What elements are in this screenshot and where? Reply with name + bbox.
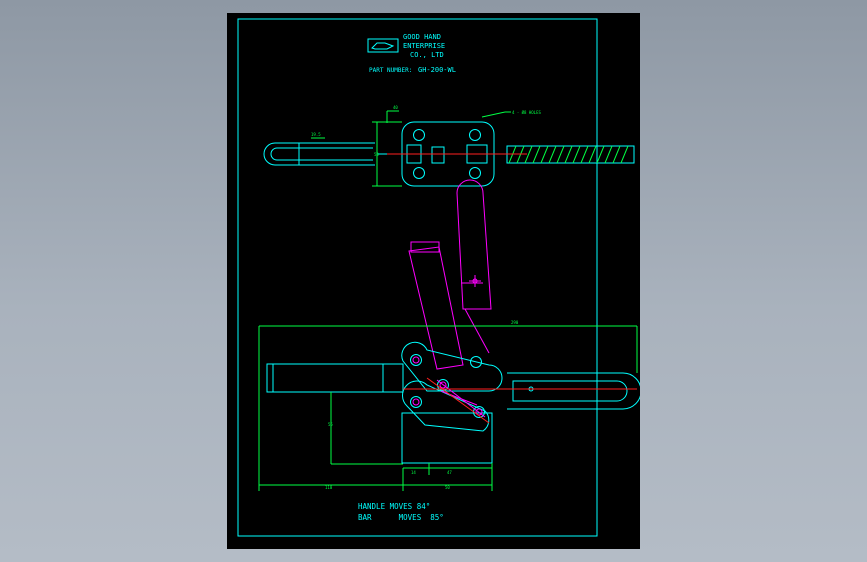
dim-mid-offset: 47 xyxy=(447,470,452,475)
side-view-open-position xyxy=(408,179,492,370)
company-logo xyxy=(367,38,399,53)
dim-top-height: 50 xyxy=(374,152,379,157)
handle-moves-note: HANDLE MOVES 84° xyxy=(358,502,430,511)
part-number-value: GH-200-WL xyxy=(418,66,456,74)
top-view xyxy=(263,110,635,187)
dim-left-length: 110 xyxy=(325,485,333,490)
side-view-closed-position xyxy=(266,341,640,464)
company-name-line3: CO., LTD xyxy=(410,51,444,59)
company-name-line2: ENTERPRISE xyxy=(403,42,445,50)
dim-overall-length: 290 xyxy=(511,320,519,325)
cad-drawing-viewport[interactable]: GOOD HAND ENTERPRISE CO., LTD PART NUMBE… xyxy=(227,13,640,549)
hole-callout: 4 - Ø8 HOLES xyxy=(512,110,541,115)
company-name-line1: GOOD HAND xyxy=(403,33,441,41)
dim-top-width: 40 xyxy=(393,105,398,110)
dim-handle-offset: 19.5 xyxy=(311,132,321,137)
sheet-border xyxy=(237,18,598,537)
dim-right-length: 50 xyxy=(445,485,450,490)
bar-moves-note: BAR MOVES 85° xyxy=(358,513,444,522)
part-number-label: PART NUMBER: xyxy=(369,67,412,74)
dim-vertical-height: 55 xyxy=(328,422,333,427)
dim-small-offset: 14 xyxy=(411,470,416,475)
clamp-drawing: GOOD HAND ENTERPRISE CO., LTD PART NUMBE… xyxy=(237,18,640,537)
